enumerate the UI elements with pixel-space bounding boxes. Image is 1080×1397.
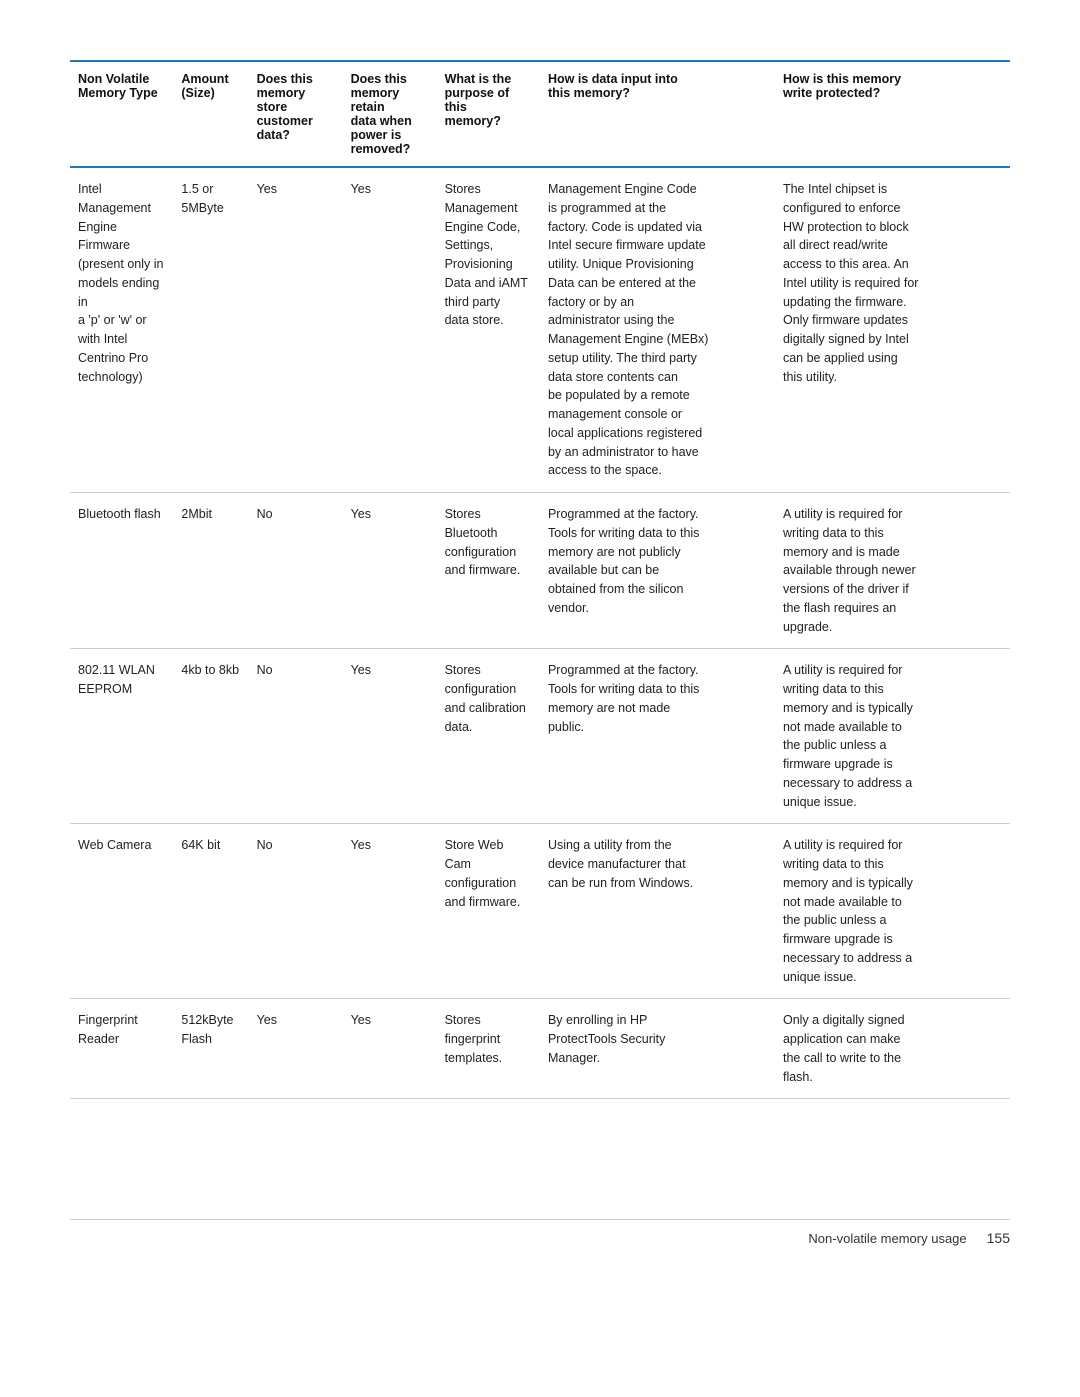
cell-type: IntelManagementEngine Firmware(present o… (70, 167, 173, 493)
table-row: Bluetooth flash2MbitNoYesStoresBluetooth… (70, 493, 1010, 649)
cell-retain: Yes (343, 493, 437, 649)
cell-input: Programmed at the factory.Tools for writ… (540, 649, 775, 824)
cell-input: By enrolling in HPProtectTools SecurityM… (540, 999, 775, 1099)
col-header-purpose: What is thepurpose ofthismemory? (437, 61, 540, 167)
cell-type: 802.11 WLANEEPROM (70, 649, 173, 824)
cell-purpose: StoresManagementEngine Code,Settings,Pro… (437, 167, 540, 493)
cell-retain: Yes (343, 999, 437, 1099)
cell-amount: 512kByteFlash (173, 999, 248, 1099)
cell-input: Programmed at the factory.Tools for writ… (540, 493, 775, 649)
cell-store: Yes (249, 999, 343, 1099)
table-row: IntelManagementEngine Firmware(present o… (70, 167, 1010, 493)
cell-store: No (249, 824, 343, 999)
table-header-row: Non VolatileMemory Type Amount(Size) Doe… (70, 61, 1010, 167)
cell-purpose: Storesconfigurationand calibrationdata. (437, 649, 540, 824)
cell-protected: A utility is required forwriting data to… (775, 824, 1010, 999)
cell-amount: 2Mbit (173, 493, 248, 649)
cell-protected: A utility is required forwriting data to… (775, 493, 1010, 649)
footer-label: Non-volatile memory usage (808, 1231, 966, 1246)
table-row: Web Camera64K bitNoYesStore WebCamconfig… (70, 824, 1010, 999)
cell-purpose: Storesfingerprinttemplates. (437, 999, 540, 1099)
col-header-input: How is data input intothis memory? (540, 61, 775, 167)
page-container: Non VolatileMemory Type Amount(Size) Doe… (70, 60, 1010, 1246)
page-number: 155 (987, 1230, 1010, 1246)
col-header-memory-type: Non VolatileMemory Type (70, 61, 173, 167)
col-header-amount: Amount(Size) (173, 61, 248, 167)
cell-type: Bluetooth flash (70, 493, 173, 649)
cell-store: No (249, 493, 343, 649)
cell-protected: Only a digitally signedapplication can m… (775, 999, 1010, 1099)
col-header-retain: Does thismemoryretaindata whenpower isre… (343, 61, 437, 167)
cell-purpose: StoresBluetoothconfigurationand firmware… (437, 493, 540, 649)
cell-purpose: Store WebCamconfigurationand firmware. (437, 824, 540, 999)
col-header-protected: How is this memorywrite protected? (775, 61, 1010, 167)
cell-amount: 4kb to 8kb (173, 649, 248, 824)
page-footer: Non-volatile memory usage 155 (70, 1219, 1010, 1246)
table-row: FingerprintReader512kByteFlashYesYesStor… (70, 999, 1010, 1099)
cell-input: Using a utility from thedevice manufactu… (540, 824, 775, 999)
cell-retain: Yes (343, 649, 437, 824)
cell-protected: A utility is required forwriting data to… (775, 649, 1010, 824)
cell-store: Yes (249, 167, 343, 493)
table-row: 802.11 WLANEEPROM4kb to 8kbNoYesStoresco… (70, 649, 1010, 824)
cell-retain: Yes (343, 824, 437, 999)
cell-amount: 1.5 or5MByte (173, 167, 248, 493)
memory-table: Non VolatileMemory Type Amount(Size) Doe… (70, 60, 1010, 1099)
cell-amount: 64K bit (173, 824, 248, 999)
cell-type: Web Camera (70, 824, 173, 999)
cell-input: Management Engine Codeis programmed at t… (540, 167, 775, 493)
cell-type: FingerprintReader (70, 999, 173, 1099)
cell-retain: Yes (343, 167, 437, 493)
cell-protected: The Intel chipset isconfigured to enforc… (775, 167, 1010, 493)
col-header-store: Does thismemorystorecustomerdata? (249, 61, 343, 167)
cell-store: No (249, 649, 343, 824)
